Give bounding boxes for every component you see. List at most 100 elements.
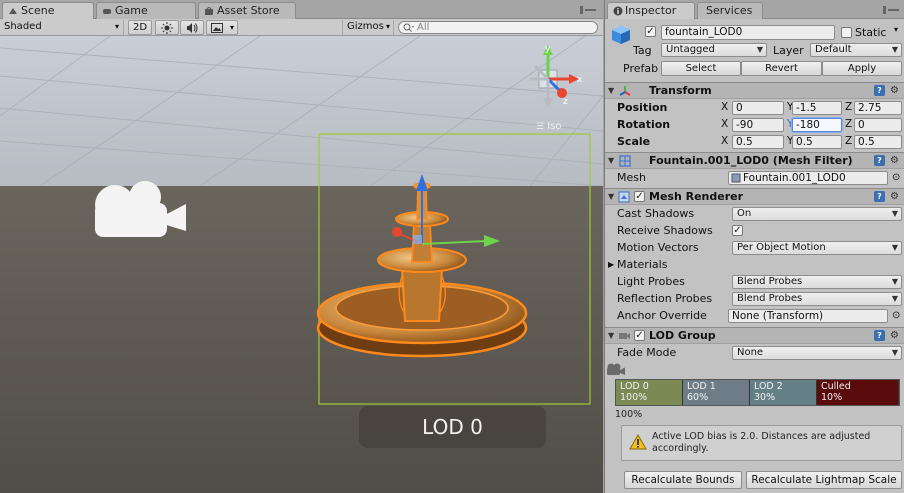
tag-label: Tag — [633, 44, 652, 57]
lod-overlay: LOD 0 — [359, 406, 546, 448]
mesh-filter-icon — [619, 155, 631, 167]
mesh-filter-header[interactable]: ▼ Fountain.001_LOD0 (Mesh Filter) ? ⚙ — [605, 152, 904, 169]
motion-vectors-dropdown[interactable]: Per Object Motion ▼ — [732, 241, 902, 255]
chevron-down-icon: ▼ — [891, 294, 898, 303]
help-icon[interactable]: ? — [874, 85, 885, 96]
tab-game[interactable]: Game — [96, 2, 196, 19]
lod-level-segment[interactable]: LOD 1 60% — [683, 380, 750, 405]
rotation-y-field[interactable]: -180 — [792, 118, 842, 132]
rotation-row: Rotation X -90 Y -180 Z 0 — [605, 116, 904, 133]
svg-text:z: z — [563, 97, 568, 107]
recalculate-lightmap-scale-button[interactable]: Recalculate Lightmap Scale — [746, 471, 902, 489]
lod-level-segment[interactable]: Culled 10% — [817, 380, 899, 405]
prefab-revert-button[interactable]: Revert — [741, 61, 822, 76]
position-row: Position X 0 Y -1.5 Z 2.75 — [605, 99, 904, 116]
foldout-arrow-icon: ▼ — [608, 331, 615, 340]
prefab-select-button[interactable]: Select — [661, 61, 741, 76]
scene-search-input[interactable]: All — [398, 21, 598, 34]
gameobject-cube-icon — [612, 26, 630, 44]
mesh-row: Mesh Fountain.001_LOD0 ⊙ — [617, 169, 901, 186]
asset-store-icon — [205, 7, 213, 15]
panel-menu-icon[interactable] — [883, 6, 899, 14]
position-x-field[interactable]: 0 — [732, 101, 784, 115]
object-picker-icon[interactable]: ⊙ — [892, 307, 900, 324]
static-label: Static — [855, 26, 887, 39]
lod-level-name: LOD 1 — [687, 381, 716, 392]
active-checkbox[interactable]: ✓ — [645, 26, 656, 37]
mesh-renderer-enabled-checkbox[interactable]: ✓ — [634, 191, 645, 202]
rotation-z-field[interactable]: 0 — [854, 118, 902, 132]
scale-y-field[interactable]: 0.5 — [792, 135, 842, 149]
effects-dropdown[interactable]: ▾ — [206, 20, 238, 35]
projection-label[interactable]: ☰ Iso — [536, 121, 562, 132]
tab-services[interactable]: Services — [697, 2, 763, 19]
materials-row[interactable]: ▶ Materials — [605, 256, 904, 273]
svg-text:x: x — [577, 75, 583, 85]
gear-icon[interactable]: ⚙ — [890, 155, 901, 166]
scale-x-field[interactable]: 0.5 — [732, 135, 784, 149]
warning-icon — [629, 434, 647, 450]
gear-icon[interactable]: ⚙ — [890, 85, 901, 96]
svg-text:y: y — [545, 44, 551, 54]
lod-camera-marker-icon[interactable] — [605, 362, 627, 378]
rotation-x-field[interactable]: -90 — [732, 118, 784, 132]
tag-dropdown[interactable]: Untagged ▼ — [661, 43, 767, 57]
chevron-down-icon[interactable]: ▾ — [894, 25, 898, 34]
gizmos-dropdown[interactable]: Gizmos ▾ — [342, 20, 394, 35]
gear-icon[interactable]: ⚙ — [890, 330, 901, 341]
motion-vectors-row: Motion Vectors Per Object Motion ▼ — [605, 239, 904, 256]
panel-menu-icon[interactable] — [580, 6, 596, 14]
transform-header[interactable]: ▼ Transform ? ⚙ — [605, 82, 904, 99]
tab-scene[interactable]: Scene — [2, 2, 94, 19]
chevron-down-icon: ▼ — [756, 45, 763, 54]
help-icon[interactable]: ? — [874, 155, 885, 166]
recalculate-bounds-button[interactable]: Recalculate Bounds — [624, 471, 742, 489]
prefab-apply-button[interactable]: Apply — [822, 61, 902, 76]
lod-group-enabled-checkbox[interactable]: ✓ — [634, 330, 645, 341]
static-checkbox[interactable] — [841, 27, 852, 38]
lod-level-segment[interactable]: LOD 2 30% — [750, 380, 817, 405]
scale-z-field[interactable]: 0.5 — [854, 135, 902, 149]
mesh-renderer-icon — [618, 191, 630, 203]
position-y-field[interactable]: -1.5 — [792, 101, 842, 115]
help-icon[interactable]: ? — [874, 330, 885, 341]
cast-shadows-row: Cast Shadows On ▼ — [605, 205, 904, 222]
lod-slider-label: 100% — [615, 409, 643, 420]
cast-shadows-dropdown[interactable]: On ▼ — [732, 207, 902, 221]
anchor-override-field[interactable]: None (Transform) — [728, 309, 888, 323]
position-z-field[interactable]: 2.75 — [854, 101, 902, 115]
tab-inspector[interactable]: Inspector — [607, 2, 695, 19]
object-name-field[interactable]: fountain_LOD0 — [661, 25, 835, 40]
reflection-probes-row: Reflection Probes Blend Probes ▼ — [605, 290, 904, 307]
info-icon — [613, 6, 623, 16]
lod-level-segment[interactable]: LOD 0 100% — [616, 380, 683, 405]
gear-icon[interactable]: ⚙ — [890, 191, 901, 202]
reflection-probes-dropdown[interactable]: Blend Probes ▼ — [732, 292, 902, 306]
search-icon — [403, 23, 414, 32]
light-probes-dropdown[interactable]: Blend Probes ▼ — [732, 275, 902, 289]
chevron-down-icon: ▼ — [891, 277, 898, 286]
mesh-renderer-header[interactable]: ▼ ✓ Mesh Renderer ? ⚙ — [605, 188, 904, 205]
receive-shadows-row: Receive Shadows ✓ — [617, 224, 743, 237]
lighting-toggle[interactable] — [155, 20, 179, 35]
layer-dropdown[interactable]: Default ▼ — [810, 43, 902, 57]
chevron-down-icon: ▾ — [114, 22, 119, 31]
fade-mode-dropdown[interactable]: None ▼ — [732, 346, 902, 360]
scene-viewport[interactable]: y x z ☰ Iso LOD 0 — [0, 36, 603, 493]
toggle-2d-button[interactable]: 2D — [128, 20, 152, 35]
lod-group-header[interactable]: ▼ ✓ LOD Group ? ⚙ — [605, 327, 904, 344]
chevron-down-icon: ▾ — [385, 22, 390, 31]
inspector-panel: Inspector Services ✓ fountain_LOD0 Stati… — [604, 0, 904, 493]
lod-level-percent: 30% — [754, 392, 776, 403]
tab-asset-store[interactable]: Asset Store — [198, 2, 296, 19]
audio-toggle[interactable] — [180, 20, 204, 35]
scale-row: Scale X 0.5 Y 0.5 Z 0.5 — [605, 133, 904, 150]
object-picker-icon[interactable]: ⊙ — [892, 169, 900, 186]
receive-shadows-checkbox[interactable]: ✓ — [732, 225, 743, 236]
mesh-object-field[interactable]: Fountain.001_LOD0 — [728, 171, 888, 185]
lod-bar[interactable]: LOD 0 100% LOD 1 60% LOD 2 30% Culled 10% — [615, 379, 900, 406]
anchor-override-row: Anchor Override None (Transform) ⊙ — [617, 307, 901, 324]
scene-tabbar: Scene Game Asset Store — [0, 0, 603, 19]
shading-mode-dropdown[interactable]: Shaded ▾ — [0, 20, 124, 35]
help-icon[interactable]: ? — [874, 191, 885, 202]
